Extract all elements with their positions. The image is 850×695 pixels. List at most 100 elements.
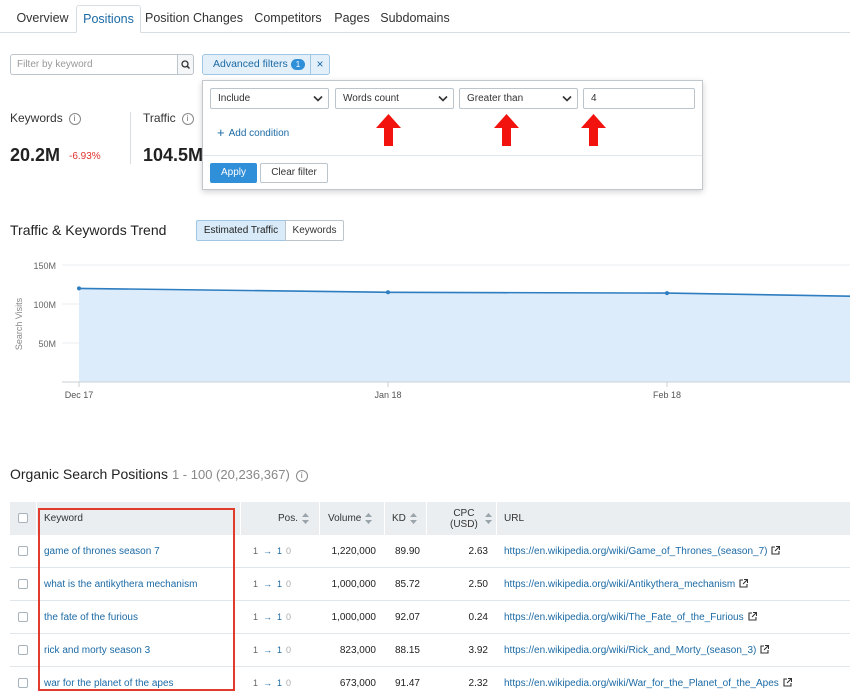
- row-checkbox[interactable]: [18, 612, 28, 622]
- operator-select[interactable]: Greater than: [459, 88, 578, 109]
- volume-cell: 823,000: [339, 645, 376, 656]
- tab-competitors[interactable]: Competitors: [249, 5, 327, 33]
- field-select[interactable]: Words count: [335, 88, 454, 109]
- previous-position: 1: [253, 579, 259, 589]
- kd-cell: 88.15: [394, 645, 420, 656]
- estimated-traffic-toggle[interactable]: Estimated Traffic: [196, 220, 286, 241]
- chevron-down-icon: [562, 95, 572, 102]
- chevron-down-icon: [438, 95, 448, 102]
- row-checkbox[interactable]: [18, 678, 28, 688]
- external-link-icon[interactable]: [783, 678, 792, 687]
- cpc-header-unit: (USD): [450, 519, 478, 530]
- data-point[interactable]: [386, 290, 390, 295]
- select-all-checkbox[interactable]: [18, 513, 28, 523]
- tab-position-changes[interactable]: Position Changes: [143, 5, 245, 33]
- previous-position: 1: [253, 645, 259, 655]
- previous-position: 1: [253, 612, 259, 622]
- data-point[interactable]: [77, 286, 81, 291]
- current-position[interactable]: 1: [277, 546, 282, 556]
- url-text: https://en.wikipedia.org/wiki/The_Fate_o…: [504, 612, 744, 623]
- position-cell: 1 → 1 0: [253, 568, 291, 601]
- column-header-volume[interactable]: Volume: [328, 502, 373, 535]
- volume-cell: 1,000,000: [331, 579, 377, 590]
- column-header-pos[interactable]: Pos.: [278, 502, 310, 535]
- url-link[interactable]: https://en.wikipedia.org/wiki/Antikyther…: [504, 568, 749, 601]
- info-icon[interactable]: i: [181, 113, 194, 125]
- url-text: https://en.wikipedia.org/wiki/Rick_and_M…: [504, 645, 757, 656]
- advanced-filters-button[interactable]: Advanced filters 1: [202, 54, 311, 75]
- url-text: https://en.wikipedia.org/wiki/War_for_th…: [504, 678, 779, 689]
- current-position[interactable]: 1: [277, 678, 282, 688]
- url-link[interactable]: https://en.wikipedia.org/wiki/The_Fate_o…: [504, 601, 757, 634]
- add-condition-label: Add condition: [228, 128, 290, 139]
- keywords-delta: -6.93%: [69, 151, 101, 162]
- cpc-cell: 2.32: [468, 678, 488, 689]
- keyword-filter-input[interactable]: Filter by keyword: [10, 54, 178, 75]
- row-checkbox[interactable]: [18, 645, 28, 655]
- keywords-label-group: Keywords i: [10, 111, 81, 125]
- position-cell: 1 → 1 0: [253, 634, 291, 667]
- external-link-icon[interactable]: [760, 645, 770, 654]
- clear-filter-button[interactable]: Clear filter: [260, 163, 328, 183]
- organic-positions-title-group: Organic Search Positions 1 - 100 (20,236,…: [10, 466, 308, 482]
- info-icon[interactable]: i: [68, 113, 81, 125]
- row-checkbox[interactable]: [18, 579, 28, 589]
- tab-pages[interactable]: Pages: [331, 5, 373, 33]
- arrow-right-icon: →: [263, 579, 273, 589]
- url-link[interactable]: https://en.wikipedia.org/wiki/War_for_th…: [504, 667, 792, 695]
- data-point[interactable]: [665, 291, 669, 296]
- volume-header-label: Volume: [328, 513, 362, 524]
- url-text: https://en.wikipedia.org/wiki/Game_of_Th…: [504, 546, 768, 557]
- add-condition-link[interactable]: + Add condition: [217, 125, 289, 140]
- tab-positions[interactable]: Positions: [76, 5, 141, 33]
- organic-positions-title: Organic Search Positions: [10, 466, 168, 482]
- row-checkbox[interactable]: [18, 546, 28, 556]
- current-position[interactable]: 1: [277, 612, 282, 622]
- external-link-icon[interactable]: [739, 579, 749, 588]
- url-link[interactable]: https://en.wikipedia.org/wiki/Game_of_Th…: [504, 535, 781, 568]
- traffic-label: Traffic: [143, 111, 176, 125]
- tab-overview[interactable]: Overview: [10, 5, 75, 33]
- sort-icon: [302, 512, 310, 524]
- chevron-down-icon: [313, 95, 323, 102]
- trend-title: Traffic & Keywords Trend: [10, 222, 167, 238]
- cpc-cell: 2.63: [468, 546, 488, 557]
- traffic-value: 104.5M: [143, 145, 204, 165]
- traffic-trend-chart: 150M 100M 50M Search Visits Dec 17 Jan 1…: [14, 261, 850, 400]
- advanced-filters-label: Advanced filters: [213, 58, 288, 70]
- cpc-cell: 3.92: [468, 645, 488, 656]
- tab-subdomains[interactable]: Subdomains: [379, 5, 451, 33]
- kd-cell: 89.90: [394, 546, 420, 557]
- external-link-icon[interactable]: [771, 546, 781, 555]
- info-icon[interactable]: i: [295, 470, 308, 482]
- cpc-cell: 2.50: [468, 579, 488, 590]
- x-tick-label: Feb 18: [653, 390, 681, 400]
- include-select[interactable]: Include: [210, 88, 329, 109]
- filter-value-input[interactable]: 4: [583, 88, 695, 109]
- current-position[interactable]: 1: [277, 645, 282, 655]
- url-link[interactable]: https://en.wikipedia.org/wiki/Rick_and_M…: [504, 634, 770, 667]
- current-position[interactable]: 1: [277, 579, 282, 589]
- position-difference: 0: [286, 612, 292, 622]
- y-axis-label: Search Visits: [14, 297, 24, 350]
- clear-advanced-filters-button[interactable]: ×: [310, 54, 330, 75]
- y-tick-label: 100M: [33, 300, 56, 310]
- traffic-label-group: Traffic i: [143, 111, 194, 125]
- position-cell: 1 → 1 0: [253, 535, 291, 568]
- external-link-icon[interactable]: [748, 612, 757, 621]
- keyword-search-button[interactable]: [177, 54, 194, 75]
- x-tick-label: Jan 18: [374, 390, 401, 400]
- y-tick-label: 50M: [38, 339, 56, 349]
- volume-cell: 1,220,000: [331, 546, 377, 557]
- position-cell: 1 → 1 0: [253, 667, 291, 695]
- keywords-toggle[interactable]: Keywords: [285, 220, 344, 241]
- column-header-url[interactable]: URL: [504, 502, 524, 535]
- traffic-area-fill: [79, 288, 850, 382]
- apply-button[interactable]: Apply: [210, 163, 257, 183]
- position-difference: 0: [286, 678, 292, 688]
- column-header-cpc[interactable]: CPC (USD): [450, 502, 478, 535]
- cpc-cell: 0.24: [468, 612, 488, 623]
- arrow-right-icon: →: [263, 612, 273, 622]
- tab-bar: Overview Positions Position Changes Comp…: [0, 0, 850, 33]
- column-header-kd[interactable]: KD: [392, 502, 417, 535]
